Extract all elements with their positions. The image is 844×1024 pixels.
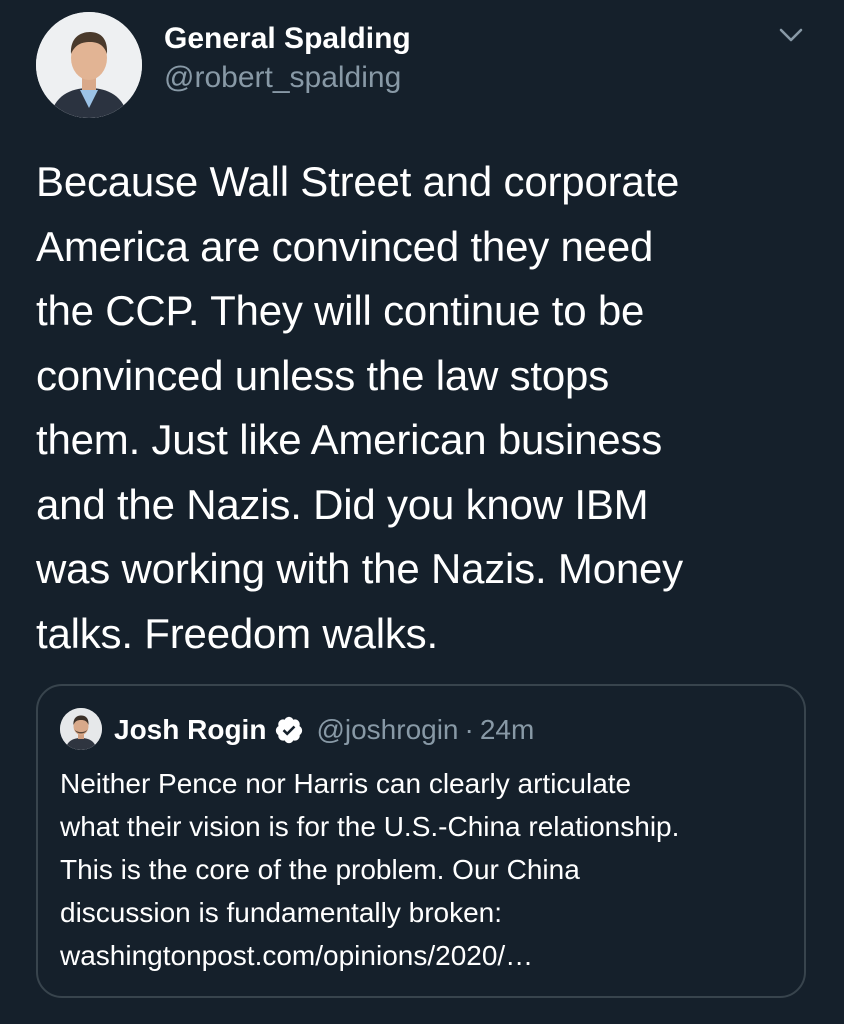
quoted-handle[interactable]: @joshrogin: [316, 714, 458, 746]
tweet[interactable]: General Spalding @robert_spalding Becaus…: [0, 0, 844, 1024]
quoted-avatar-photo: [60, 708, 102, 750]
avatar[interactable]: [36, 12, 142, 118]
tweet-text: Because Wall Street and corporate Americ…: [36, 158, 683, 657]
quoted-avatar[interactable]: [60, 708, 102, 750]
chevron-down-icon[interactable]: [776, 22, 806, 48]
quoted-header: Josh Rogin @joshrogin · 24m: [114, 708, 534, 752]
author-info: General Spalding @robert_spalding: [164, 20, 411, 98]
quoted-timestamp[interactable]: 24m: [480, 714, 534, 746]
verified-badge-icon: [274, 715, 304, 745]
author-display-name[interactable]: General Spalding: [164, 20, 411, 58]
avatar-photo: [36, 12, 142, 118]
author-handle[interactable]: @robert_spalding: [164, 58, 411, 98]
quoted-tweet[interactable]: Josh Rogin @joshrogin · 24m Neither Penc…: [36, 684, 806, 998]
quoted-display-name[interactable]: Josh Rogin: [114, 714, 266, 746]
header-separator: ·: [464, 714, 474, 745]
quoted-text: Neither Pence nor Harris can clearly art…: [60, 768, 680, 971]
